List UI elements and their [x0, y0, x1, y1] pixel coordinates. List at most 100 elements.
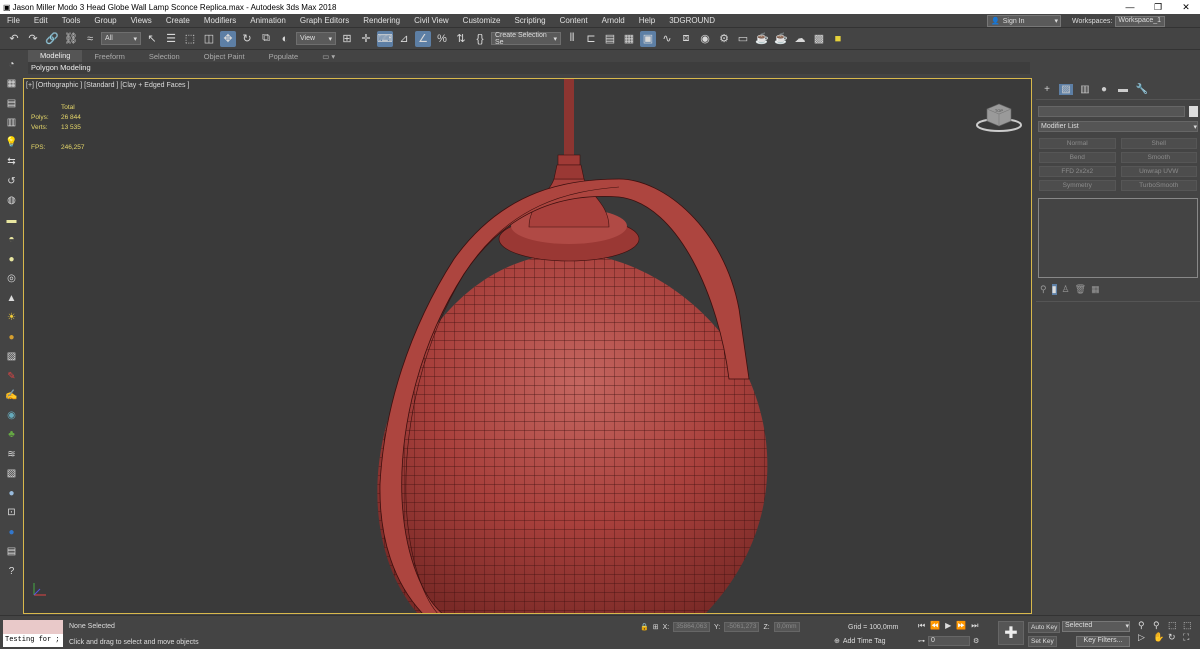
manipulate-icon[interactable]: ✛ — [358, 31, 374, 47]
previous-frame-icon[interactable]: ⏪ — [930, 621, 940, 631]
cloth-icon[interactable]: ▧ — [4, 466, 20, 483]
keyboard-shortcut-icon[interactable]: ⌨ — [377, 30, 393, 47]
maximize-viewport-icon[interactable]: ⛶ — [1183, 632, 1197, 643]
align-icon[interactable]: ⊏ — [583, 31, 599, 47]
sphere-gold-icon[interactable]: ● — [4, 329, 20, 346]
pan-icon[interactable]: ✋ — [1153, 632, 1167, 643]
link-icon[interactable]: 🔗 — [44, 31, 60, 47]
viewport-orthographic[interactable]: [+] [Orthographic ] [Standard ] [Clay + … — [23, 78, 1032, 614]
pin-stack-icon[interactable]: ⚲ — [1040, 284, 1047, 295]
render-icon[interactable]: ☕ — [754, 31, 770, 47]
lock-selection-icon[interactable]: 🔒 — [640, 623, 649, 631]
menu-rendering[interactable]: Rendering — [356, 16, 407, 25]
isolate-icon[interactable]: ◍ — [4, 193, 20, 210]
pivot-center-icon[interactable]: ⊞ — [339, 31, 355, 47]
material-sphere-icon[interactable]: ● — [4, 485, 20, 502]
modifier-stack[interactable] — [1038, 198, 1198, 278]
scene-explorer-icon[interactable]: ▤ — [4, 95, 20, 112]
help-icon[interactable]: ? — [4, 563, 20, 580]
menu-customize[interactable]: Customize — [456, 16, 508, 25]
modifier-bend-button[interactable]: Bend — [1039, 152, 1116, 163]
modifier-normal-button[interactable]: Normal — [1039, 138, 1116, 149]
menu-help[interactable]: Help — [632, 16, 662, 25]
mirror-icon[interactable]: ⫴ — [564, 31, 580, 47]
menu-edit[interactable]: Edit — [27, 16, 55, 25]
rotate-icon[interactable]: ↺ — [4, 173, 20, 190]
key-mode-icon[interactable]: ⊶ — [918, 637, 925, 645]
maxscript-listener-input[interactable]: Testing for ; — [3, 634, 63, 647]
menu-file[interactable]: File — [0, 16, 27, 25]
torus-icon[interactable]: ◎ — [4, 271, 20, 288]
maxscript-listener-output[interactable] — [3, 620, 63, 634]
sun-icon[interactable]: ☀ — [4, 310, 20, 327]
go-to-end-icon[interactable]: ⏭ — [971, 621, 978, 631]
snaps-toggle-icon[interactable]: ⊿ — [396, 31, 412, 47]
hemisphere-icon[interactable]: ◓ — [4, 232, 20, 249]
create-tab-icon[interactable]: + — [1040, 84, 1054, 95]
named-selection-dropdown[interactable]: Create Selection Se ▾ — [491, 32, 561, 46]
rect-selection-icon[interactable]: ⬚ — [182, 31, 198, 47]
color-ball-icon[interactable]: ● — [4, 524, 20, 541]
plant-icon[interactable]: ♣ — [4, 427, 20, 444]
plane-icon[interactable]: ▬ — [4, 212, 20, 229]
modifier-list-dropdown[interactable]: Modifier List ▾ — [1038, 121, 1198, 132]
menu-civil-view[interactable]: Civil View — [407, 16, 456, 25]
schematic-view-icon[interactable]: ⧈ — [678, 31, 694, 47]
tab-modeling[interactable]: Modeling — [28, 50, 83, 62]
ribbon-options-icon[interactable]: ▭ ▾ — [310, 52, 347, 61]
sphere-icon[interactable]: ● — [4, 251, 20, 268]
layer-explorer-icon[interactable]: ▦ — [621, 31, 637, 47]
menu-animation[interactable]: Animation — [243, 16, 293, 25]
menu-scripting[interactable]: Scripting — [507, 16, 552, 25]
modifier-shell-button[interactable]: Shell — [1120, 138, 1197, 149]
time-config-icon[interactable]: ⚙ — [973, 637, 979, 645]
hair-icon[interactable]: ≋ — [4, 446, 20, 463]
cone-icon[interactable]: ▲ — [4, 290, 20, 307]
tab-freeform[interactable]: Freeform — [82, 52, 136, 61]
modifier-ffd-button[interactable]: FFD 2x2x2 — [1039, 166, 1116, 177]
next-frame-icon[interactable]: ⏩ — [956, 621, 966, 631]
menu-tools[interactable]: Tools — [55, 16, 88, 25]
show-end-result-icon[interactable]: ▮ — [1051, 284, 1057, 295]
key-selection-dropdown[interactable]: Selected ▾ — [1062, 621, 1130, 632]
orbit-icon[interactable]: ↻ — [1168, 632, 1182, 643]
motion-tab-icon[interactable]: ● — [1097, 84, 1111, 95]
menu-modifiers[interactable]: Modifiers — [197, 16, 243, 25]
auto-key-button[interactable]: Auto Key — [1028, 622, 1061, 633]
ref-coord-dropdown[interactable]: View ▾ — [296, 32, 336, 45]
globe-icon[interactable]: ◉ — [4, 407, 20, 424]
make-unique-icon[interactable]: ♙ — [1062, 284, 1070, 295]
render-production-icon[interactable]: ☕ — [773, 31, 789, 47]
select-by-name-icon[interactable]: ☰ — [163, 31, 179, 47]
field-of-view-icon[interactable]: ▷ — [1138, 632, 1152, 643]
move-icon[interactable]: ⇆ — [4, 154, 20, 171]
placement-icon[interactable]: ◐ — [277, 31, 293, 47]
modifier-symmetry-button[interactable]: Symmetry — [1039, 180, 1116, 191]
menu-group[interactable]: Group — [87, 16, 123, 25]
viewport-layout-icon[interactable]: ◔ — [4, 56, 20, 73]
menu-3dground[interactable]: 3DGROUND — [662, 16, 722, 25]
sign-in-button[interactable]: 👤 Sign In ▾ — [987, 15, 1061, 27]
create-panel-icon[interactable]: ▦ — [4, 76, 20, 93]
object-color-swatch[interactable] — [1189, 106, 1198, 117]
zoom-extents-all-icon[interactable]: ⬚ — [1183, 620, 1197, 631]
modifier-unwrap-button[interactable]: Unwrap UVW — [1120, 166, 1197, 177]
viewport-label[interactable]: [+] [Orthographic ] [Standard ] [Clay + … — [26, 82, 189, 89]
menu-content[interactable]: Content — [553, 16, 595, 25]
modifier-smooth-button[interactable]: Smooth — [1120, 152, 1197, 163]
maximize-button[interactable]: ❐ — [1144, 2, 1172, 13]
play-icon[interactable]: ▶ — [945, 621, 951, 631]
configure-sets-icon[interactable]: ▦ — [1091, 284, 1100, 295]
utilities-tab-icon[interactable]: 🔧 — [1135, 84, 1149, 95]
plugin-icon[interactable]: ■ — [830, 31, 846, 47]
zoom-extents-icon[interactable]: ⬚ — [1168, 620, 1182, 631]
menu-views[interactable]: Views — [124, 16, 159, 25]
window-crossing-icon[interactable]: ◫ — [201, 31, 217, 47]
menu-create[interactable]: Create — [159, 16, 197, 25]
select-scale-icon[interactable]: ⧉ — [258, 31, 274, 47]
close-button[interactable]: ✕ — [1172, 2, 1200, 13]
zoom-all-icon[interactable]: ⚲ — [1153, 620, 1167, 631]
menu-graph-editors[interactable]: Graph Editors — [293, 16, 356, 25]
grid-icon[interactable]: ▨ — [4, 349, 20, 366]
material-editor-icon[interactable]: ◉ — [697, 31, 713, 47]
